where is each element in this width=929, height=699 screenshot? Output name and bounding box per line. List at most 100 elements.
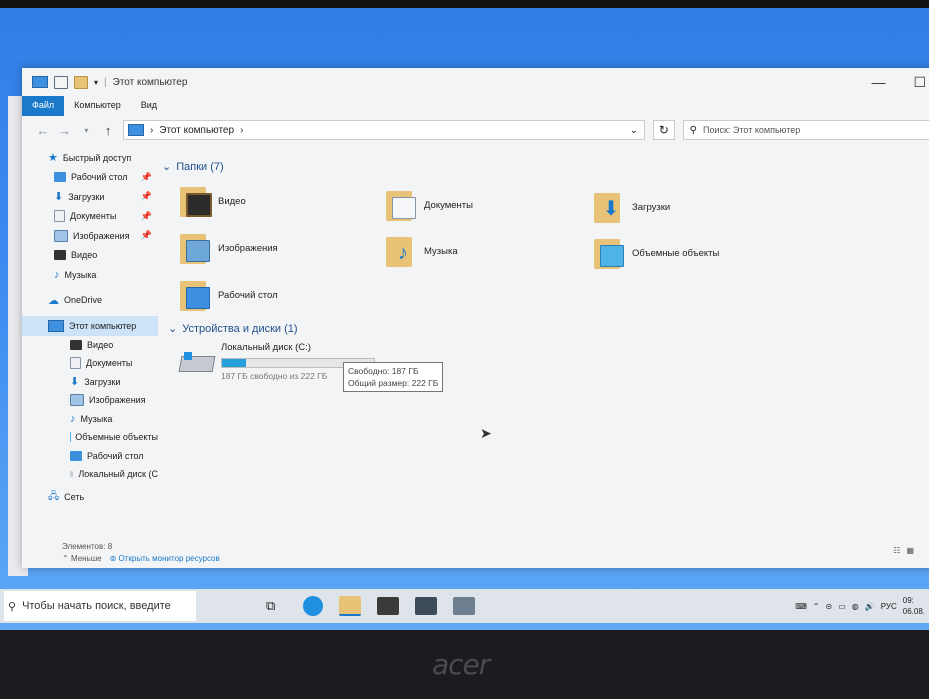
folder-documents[interactable]: Документы: [386, 188, 473, 222]
window-title: Этот компьютер: [112, 76, 188, 88]
details-view-icon[interactable]: ☷: [893, 546, 900, 555]
chevron-down-icon[interactable]: ⌄: [168, 322, 177, 335]
sidebar-item-label: Видео: [87, 339, 114, 350]
folder-label: Загрузки: [632, 201, 671, 213]
sidebar-item-onedrive[interactable]: ☁ OneDrive: [22, 291, 158, 311]
sidebar-item-label: Музыка: [64, 269, 97, 280]
battery-icon[interactable]: ▭: [838, 602, 846, 611]
view-switcher: ☷ ▦: [893, 546, 914, 555]
documents-icon: [54, 210, 65, 223]
sidebar-item-pc-pictures[interactable]: Изображения: [22, 391, 158, 410]
tab-file[interactable]: Файл: [22, 96, 65, 116]
wifi-icon[interactable]: ◍: [852, 602, 859, 611]
clock-time: 09:: [902, 596, 914, 605]
edge-icon[interactable]: [303, 596, 324, 616]
video-icon: [54, 250, 66, 261]
taskbar-search[interactable]: ⚲ Чтобы начать поиск, введите: [4, 591, 196, 621]
back-arrow-icon[interactable]: ←: [36, 123, 50, 138]
chevron-up-icon[interactable]: ⌃: [813, 602, 820, 611]
sidebar-item-pc-video[interactable]: Видео: [22, 336, 158, 355]
task-view-icon[interactable]: ⧉: [266, 598, 275, 614]
sidebar-item-music[interactable]: ♪ Музыка: [22, 265, 158, 285]
clock[interactable]: 09: 06.08.: [903, 595, 925, 617]
keyboard-icon[interactable]: ⌨: [795, 602, 807, 611]
folder-label: Объемные объекты: [632, 247, 720, 259]
sidebar-item-pc-desktop[interactable]: Рабочий стол: [22, 447, 158, 466]
sidebar-item-desktop[interactable]: Рабочий стол 📌: [22, 168, 158, 188]
new-folder-icon[interactable]: [74, 75, 88, 89]
star-icon: ★: [48, 152, 58, 165]
less-details-link[interactable]: ⌃ Меньше: [62, 554, 102, 563]
folder-video[interactable]: Видео: [180, 184, 246, 218]
minimize-button[interactable]: —: [871, 74, 885, 91]
folder-3d-objects[interactable]: Объемные объекты: [594, 236, 719, 270]
pin-icon[interactable]: 📌: [141, 191, 152, 202]
pin-icon[interactable]: 📌: [141, 230, 152, 241]
folder-music[interactable]: ♪ Музыка: [386, 234, 458, 268]
address-row: ← → ▾ ↑ › Этот компьютер › ⌄ ↻ ⚲ Поиск: …: [22, 116, 929, 144]
pin-icon[interactable]: 📌: [141, 172, 152, 183]
up-arrow-icon[interactable]: ↑: [101, 123, 115, 138]
address-bar[interactable]: › Этот компьютер › ⌄: [122, 120, 646, 140]
properties-icon[interactable]: [54, 75, 68, 89]
drive-icon: [70, 471, 74, 478]
drive-tooltip: Свободно: 187 ГБ Общий размер: 222 ГБ: [343, 362, 444, 392]
sidebar-item-network[interactable]: 🖧 Сеть: [22, 488, 158, 508]
titlebar[interactable]: ▾ | Этот компьютер — ☐: [22, 68, 929, 96]
sidebar-item-video[interactable]: Видео: [22, 246, 158, 266]
desktop-icon: [70, 450, 82, 461]
forward-arrow-icon[interactable]: →: [58, 123, 72, 138]
photos-icon[interactable]: [453, 597, 476, 615]
sidebar-item-pc-local-disk[interactable]: Локальный диск (С: [22, 465, 158, 484]
recent-locations-icon[interactable]: ▾: [79, 126, 93, 135]
sidebar-item-label: Этот компьютер: [69, 320, 137, 331]
brand-logo: acer: [432, 648, 490, 681]
chevron-down-icon[interactable]: ⌄: [162, 160, 171, 173]
folder-downloads[interactable]: ⬇ Загрузки: [594, 190, 670, 224]
sidebar-quick-access[interactable]: ★ Быстрый доступ: [22, 148, 158, 168]
sidebar-item-pc-downloads[interactable]: ⬇ Загрузки: [22, 373, 158, 392]
sidebar-item-pc-music[interactable]: ♪ Музыка: [22, 410, 158, 429]
sidebar-item-pc-3d-objects[interactable]: Объемные объекты: [22, 428, 158, 447]
tab-view[interactable]: Вид: [131, 96, 167, 116]
sidebar-item-label: Загрузки: [68, 191, 105, 202]
sidebar-item-pc-documents[interactable]: Документы: [22, 354, 158, 373]
sidebar-item-downloads[interactable]: ⬇ Загрузки 📌: [22, 187, 158, 207]
pictures-icon: [54, 229, 68, 242]
usb-icon[interactable]: ⊝: [826, 602, 833, 611]
documents-icon: [70, 357, 81, 370]
maximize-button[interactable]: ☐: [913, 74, 926, 91]
content-area: ⌄ Папки (7) Видео Документы ⬇ Загрузки И…: [158, 144, 929, 568]
folder-desktop[interactable]: Рабочий стол: [180, 278, 278, 312]
tab-computer[interactable]: Компьютер: [64, 96, 131, 116]
pin-icon[interactable]: 📌: [141, 211, 152, 222]
refresh-button[interactable]: ↻: [653, 120, 675, 140]
breadcrumb-chevron-icon[interactable]: ›: [150, 125, 153, 136]
tooltip-free: Свободно: 187 ГБ: [348, 366, 419, 376]
breadcrumb-chevron-icon[interactable]: ›: [240, 125, 243, 136]
sidebar-item-this-pc[interactable]: Этот компьютер: [22, 316, 158, 336]
sidebar-item-label: Документы: [86, 358, 133, 369]
volume-icon[interactable]: 🔊: [865, 602, 875, 611]
desktop-icon: [54, 172, 66, 183]
sidebar-item-label: Рабочий стол: [71, 172, 128, 183]
sidebar-item-documents[interactable]: Документы 📌: [22, 207, 158, 227]
mail-icon[interactable]: [415, 597, 438, 615]
search-box[interactable]: ⚲ Поиск: Этот компьютер: [682, 120, 929, 140]
resource-monitor-link[interactable]: ⊚ Открыть монитор ресурсов: [110, 554, 220, 563]
music-icon: ♪: [54, 268, 60, 281]
folder-pictures[interactable]: Изображения: [180, 231, 278, 265]
store-icon[interactable]: [377, 597, 400, 615]
desktop-folder-icon: [180, 278, 210, 312]
tiles-view-icon[interactable]: ▦: [906, 546, 914, 555]
group-folders-header[interactable]: ⌄ Папки (7): [162, 160, 224, 174]
quick-access-dropdown-icon[interactable]: ▾: [94, 78, 98, 87]
group-devices-header[interactable]: ⌄ Устройства и диски (1): [168, 322, 298, 336]
this-pc-icon: [48, 319, 64, 332]
sidebar-item-pictures[interactable]: Изображения 📌: [22, 226, 158, 246]
address-dropdown-icon[interactable]: ⌄: [630, 125, 638, 136]
file-explorer-icon[interactable]: [339, 596, 362, 616]
language-indicator[interactable]: РУС: [881, 602, 897, 611]
sidebar-item-label: OneDrive: [64, 295, 103, 306]
breadcrumb-this-pc[interactable]: Этот компьютер: [159, 125, 234, 136]
